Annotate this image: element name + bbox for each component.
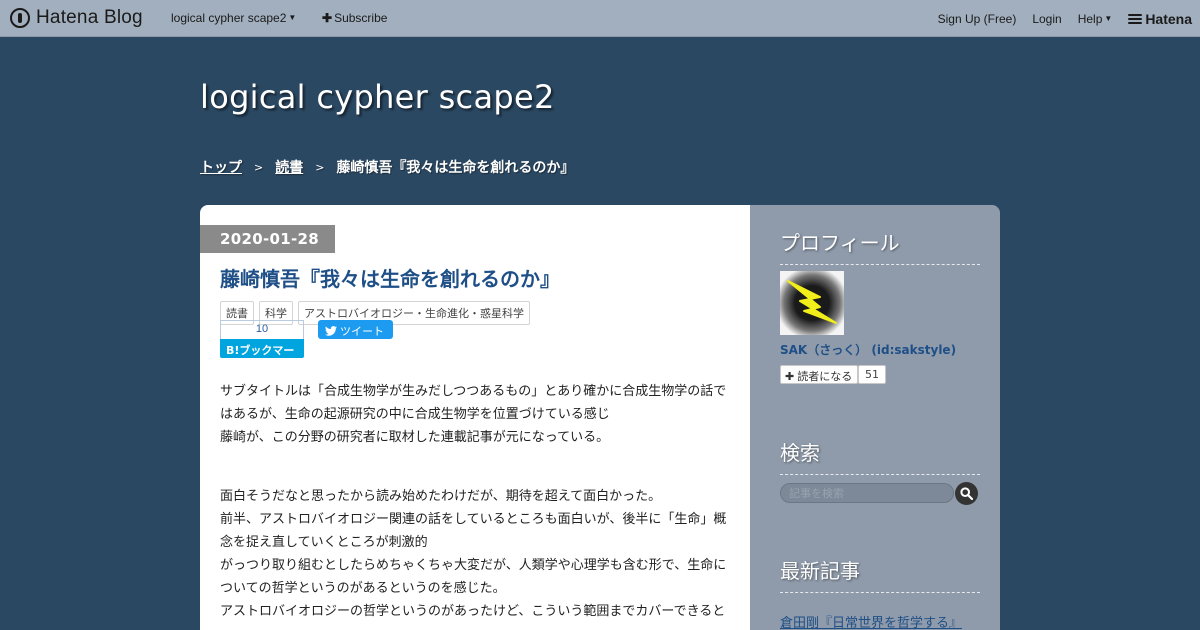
blog-name-menu[interactable]: logical cypher scape2 ▼ <box>171 11 296 25</box>
breadcrumb-top[interactable]: トップ <box>200 157 242 177</box>
body-paragraph: アストロバイオロジーの哲学というのがあったけど、こういう範囲までカバーできると <box>220 604 726 619</box>
signup-link[interactable]: Sign Up (Free) <box>938 12 1017 26</box>
become-reader-label: 読者になる <box>797 370 853 383</box>
body-paragraph: 面白そうだなと思ったから読み始めたわけだが、期待を超えて面白かった。 <box>220 489 662 504</box>
entry-title[interactable]: 藤崎慎吾『我々は生命を創れるのか』 <box>220 263 560 292</box>
search-heading: 検索 <box>780 437 980 475</box>
recent-entry-link[interactable]: 倉田剛『日常世界を哲学する』 <box>780 612 962 630</box>
login-link[interactable]: Login <box>1032 12 1061 26</box>
bookmark-count[interactable]: 10 <box>220 320 304 339</box>
reader-count: 51 <box>858 365 886 384</box>
hatena-lines-icon <box>1128 12 1143 26</box>
profile-name[interactable]: SAK（さっく） (id:sakstyle) <box>780 341 956 358</box>
chevron-down-icon: ▼ <box>1104 14 1113 23</box>
body-paragraph: 藤崎が、この分野の研究者に取材した連載記事が元になっている。 <box>220 430 610 445</box>
global-header: Hatena Blog logical cypher scape2 ▼ ✚ Subs… <box>0 0 1200 37</box>
plus-icon: ✚ <box>785 370 795 383</box>
body-paragraph: サブタイトルは「合成生物学が生みだしつつあるもの」とあり確かに合成生物学の話では… <box>220 384 727 422</box>
tweet-label: ツイート <box>340 325 384 338</box>
blog-title[interactable]: logical cypher scape2 <box>200 78 555 116</box>
hatena-blog-icon <box>10 8 30 28</box>
content-card: 2020-01-28 藤崎慎吾『我々は生命を創れるのか』 読書 科学 アストロバ… <box>200 205 1000 630</box>
breadcrumb-separator: > <box>315 160 325 174</box>
profile-heading: プロフィール <box>780 227 980 265</box>
sidebar: プロフィール SAK（さっく） (id:sakstyle) ✚ 読者になる 51 … <box>750 205 1000 630</box>
tweet-button[interactable]: ツイート <box>318 320 393 339</box>
recent-entries-heading: 最新記事 <box>780 555 980 593</box>
bookmark-button[interactable]: B!ブックマーク <box>220 339 304 373</box>
help-menu[interactable]: Help ▼ <box>1078 12 1113 26</box>
breadcrumb-separator: > <box>254 160 264 174</box>
subscribe-button[interactable]: ✚ Subscribe <box>322 11 387 25</box>
help-label: Help <box>1077 12 1103 26</box>
search-input[interactable] <box>780 483 954 503</box>
avatar[interactable] <box>780 271 844 335</box>
body-paragraph: 前半、アストロバイオロジー関連の話をしているところも面白いが、後半に「生命」概念… <box>220 512 727 550</box>
entry-body: サブタイトルは「合成生物学が生みだしつつあるもの」とあり確かに合成生物学の話では… <box>220 380 730 623</box>
entry-date[interactable]: 2020-01-28 <box>200 225 335 253</box>
breadcrumb-category[interactable]: 読書 <box>275 157 303 177</box>
plus-icon: ✚ <box>322 11 333 25</box>
blog-name-menu-label: logical cypher scape2 <box>171 11 287 25</box>
search-icon <box>960 487 973 500</box>
breadcrumb-current: 藤崎慎吾『我々は生命を創れるのか』 <box>336 160 575 176</box>
search-button[interactable] <box>955 482 978 505</box>
lightning-bolt-icon <box>787 280 837 324</box>
twitter-bird-icon <box>325 326 337 336</box>
become-reader-button[interactable]: ✚ 読者になる <box>780 365 859 384</box>
hatena-logo[interactable]: Hatena <box>1128 11 1192 27</box>
body-paragraph: がっつり取り組むとしたらめちゃくちゃ大変だが、人類学や心理学も含む形で、生命につ… <box>220 558 727 596</box>
breadcrumb: トップ > 読書 > 藤崎慎吾『我々は生命を創れるのか』 <box>200 157 574 177</box>
hatena-logo-text: Hatena <box>1145 11 1192 27</box>
entry-article: 2020-01-28 藤崎慎吾『我々は生命を創れるのか』 読書 科学 アストロバ… <box>200 205 750 630</box>
logo-text: Hatena Blog <box>36 7 143 28</box>
chevron-down-icon: ▼ <box>288 13 297 22</box>
subscribe-label: Subscribe <box>334 11 388 25</box>
global-nav: Sign Up (Free) Login Help ▼ Hatena <box>922 11 1192 27</box>
hatena-blog-logo[interactable]: Hatena Blog <box>10 6 143 30</box>
